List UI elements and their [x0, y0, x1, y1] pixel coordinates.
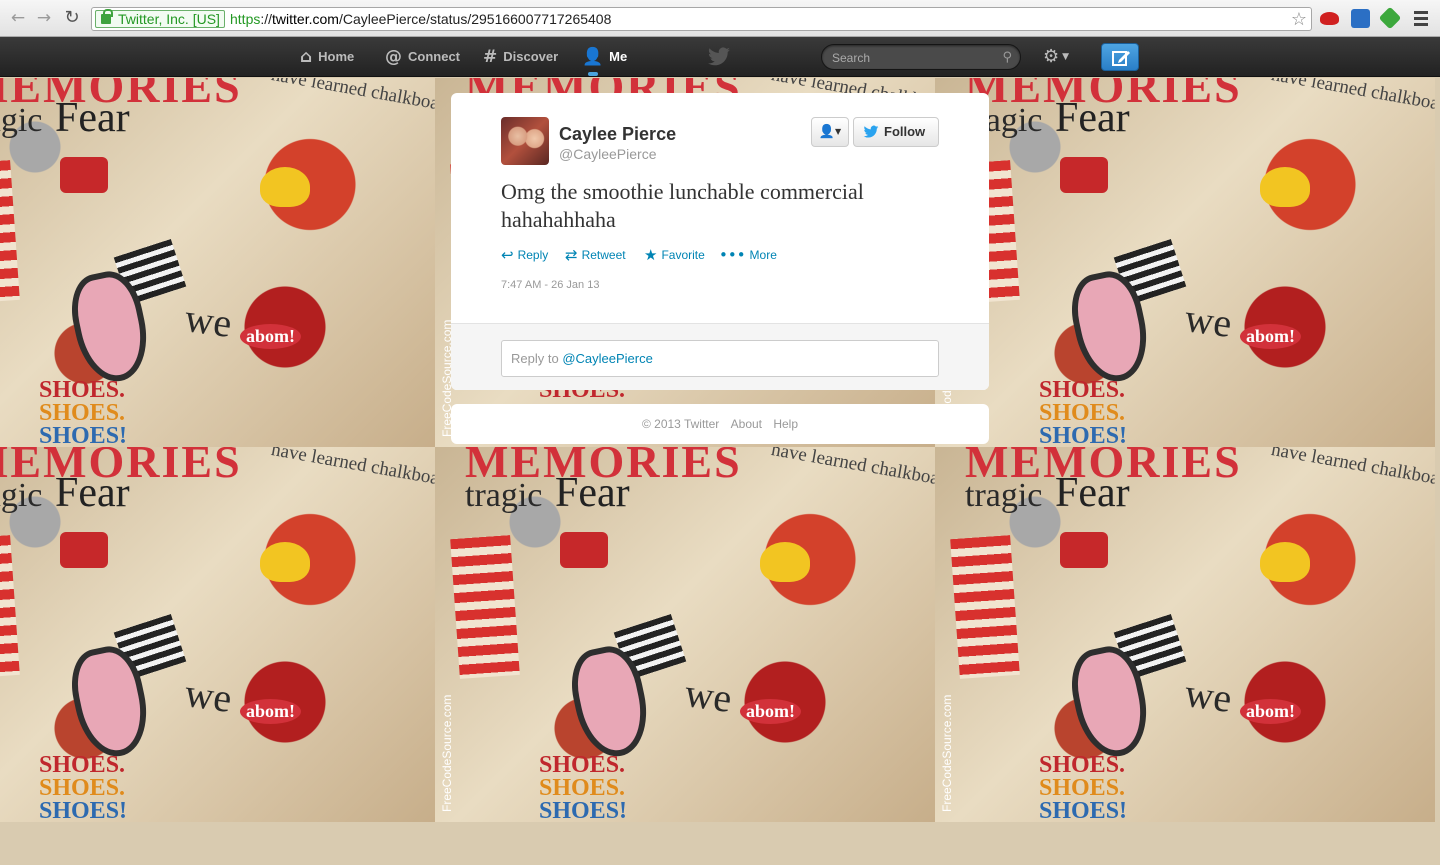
reload-icon[interactable]: ↻ — [62, 8, 82, 28]
reply-mention: @CayleePierce — [562, 351, 653, 366]
retweet-icon: ⇄ — [565, 246, 578, 264]
background-tile: MEMORIES tragic Fear have learned chalkb… — [435, 447, 935, 822]
ev-label: Twitter, Inc. [US] — [118, 11, 220, 27]
search-input[interactable] — [832, 49, 992, 66]
bookmark-star-icon[interactable]: ☆ — [1291, 8, 1307, 30]
nav-me-label: Me — [609, 49, 628, 64]
twitter-bird-icon[interactable] — [707, 45, 731, 69]
reply-icon: ↩ — [501, 246, 514, 264]
extension-blue-icon[interactable] — [1351, 9, 1370, 28]
person-icon: 👤 — [582, 47, 604, 67]
favorite-action[interactable]: ★ Favorite — [644, 246, 705, 264]
nav-home[interactable]: ⌂ Home — [300, 37, 354, 77]
user-actions-dropdown[interactable]: 👤▼ — [811, 117, 849, 147]
caret-down-icon: ▼ — [835, 127, 842, 136]
favorite-label: Favorite — [661, 248, 705, 262]
background-tile: MEMORIES tragic Fear have learned chalkb… — [0, 447, 435, 822]
nav-discover[interactable]: # Discover — [483, 37, 558, 77]
search-icon[interactable]: ⚲ — [1002, 49, 1012, 65]
forward-arrow-icon[interactable]: → — [34, 8, 54, 28]
footer: © 2013 Twitter About Help — [451, 404, 989, 444]
url-host: twitter.com — [272, 11, 339, 27]
nav-home-label: Home — [318, 49, 355, 64]
retweet-label: Retweet — [581, 248, 626, 262]
caret-down-icon: ▼ — [1062, 52, 1070, 62]
lock-icon — [101, 9, 113, 24]
search-box: ⚲ — [821, 44, 1021, 70]
more-action[interactable]: ••• More — [719, 246, 777, 264]
url-text: https://twitter.com/CayleePierce/status/… — [230, 8, 611, 30]
inline-reply-area: Reply to @CayleePierce — [451, 323, 989, 390]
ev-certificate-badge[interactable]: Twitter, Inc. [US] — [95, 9, 225, 28]
browser-menu-icon[interactable] — [1414, 11, 1428, 29]
at-sign-icon: @ — [385, 47, 402, 67]
tweet-text: Omg the smoothie lunchable commercial ha… — [501, 179, 864, 232]
footer-copyright: © 2013 Twitter — [641, 417, 720, 431]
background-tile: MEMORIES tragic Fear have learned chalkb… — [0, 78, 435, 447]
address-bar[interactable]: Twitter, Inc. [US] https://twitter.com/C… — [91, 7, 1312, 31]
active-nav-indicator — [588, 72, 598, 76]
compose-tweet-button[interactable] — [1101, 43, 1139, 71]
follow-label: Follow — [884, 124, 926, 139]
url-sep: :// — [260, 11, 273, 27]
footer-help-link[interactable]: Help — [773, 417, 798, 431]
hashtag-icon: # — [483, 47, 498, 67]
background-tile: MEMORIES tragic Fear have learned chalkb… — [935, 78, 1435, 447]
reply-prompt: Reply to — [511, 351, 563, 366]
permalink-tweet: Caylee Pierce @CayleePierce 👤▼ Follow Om… — [451, 93, 989, 390]
extension-red-icon[interactable] — [1320, 12, 1339, 25]
background-tile: MEMORIES tragic Fear have learned chalkb… — [935, 447, 1435, 822]
url-scheme: https — [230, 11, 261, 27]
reply-input[interactable]: Reply to @CayleePierce — [501, 340, 939, 377]
retweet-action[interactable]: ⇄ Retweet — [565, 246, 626, 264]
gear-icon: ⚙ — [1043, 46, 1060, 67]
tweet-timestamp[interactable]: 7:47 AM - 26 Jan 13 — [501, 279, 599, 291]
more-label: More — [749, 248, 777, 262]
url-path: /CayleePierce/status/295166007717265408 — [338, 11, 612, 27]
extension-green-icon[interactable] — [1378, 6, 1402, 30]
avatar[interactable] — [501, 117, 549, 165]
footer-about-link[interactable]: About — [731, 417, 762, 431]
more-dots-icon: ••• — [719, 246, 746, 264]
person-icon: 👤 — [818, 124, 836, 140]
follow-button[interactable]: Follow — [853, 117, 939, 147]
reply-label: Reply — [517, 248, 549, 262]
compose-icon — [1112, 51, 1130, 66]
browser-toolbar: ← → ↻ Twitter, Inc. [US] https://twitter… — [0, 0, 1440, 37]
home-icon: ⌂ — [300, 47, 313, 67]
nav-me[interactable]: 👤 Me — [582, 37, 627, 77]
nav-connect-label: Connect — [408, 49, 460, 64]
user-screenname[interactable]: @CayleePierce — [559, 146, 656, 162]
nav-discover-label: Discover — [503, 49, 559, 64]
back-arrow-icon[interactable]: ← — [8, 8, 28, 28]
twitter-bird-icon — [863, 125, 879, 138]
twitter-topbar: ⌂ Home @ Connect # Discover 👤 Me ⚲ ⚙▼ — [0, 37, 1440, 77]
nav-connect[interactable]: @ Connect — [385, 37, 460, 77]
star-icon: ★ — [644, 246, 658, 264]
reply-action[interactable]: ↩ Reply — [501, 246, 548, 264]
settings-menu-button[interactable]: ⚙ ▼ — [1043, 45, 1069, 69]
user-fullname[interactable]: Caylee Pierce — [559, 124, 676, 145]
